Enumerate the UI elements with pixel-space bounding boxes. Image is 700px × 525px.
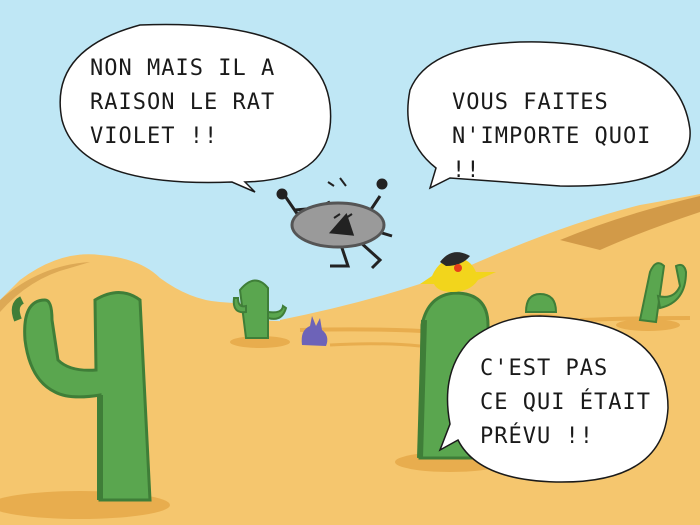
bubble-text-left: NON MAIS IL A RAISON LE RAT VIOLET !! <box>90 56 276 149</box>
bubble-text-right: VOUS FAITES N'IMPORTE QUOI !! <box>452 90 652 183</box>
bubble-text-bottom: C'EST PAS CE QUI ÉTAIT PRÉVU !! <box>480 356 651 449</box>
comic-panel: NON MAIS IL A RAISON LE RAT VIOLET !! VO… <box>0 0 700 525</box>
